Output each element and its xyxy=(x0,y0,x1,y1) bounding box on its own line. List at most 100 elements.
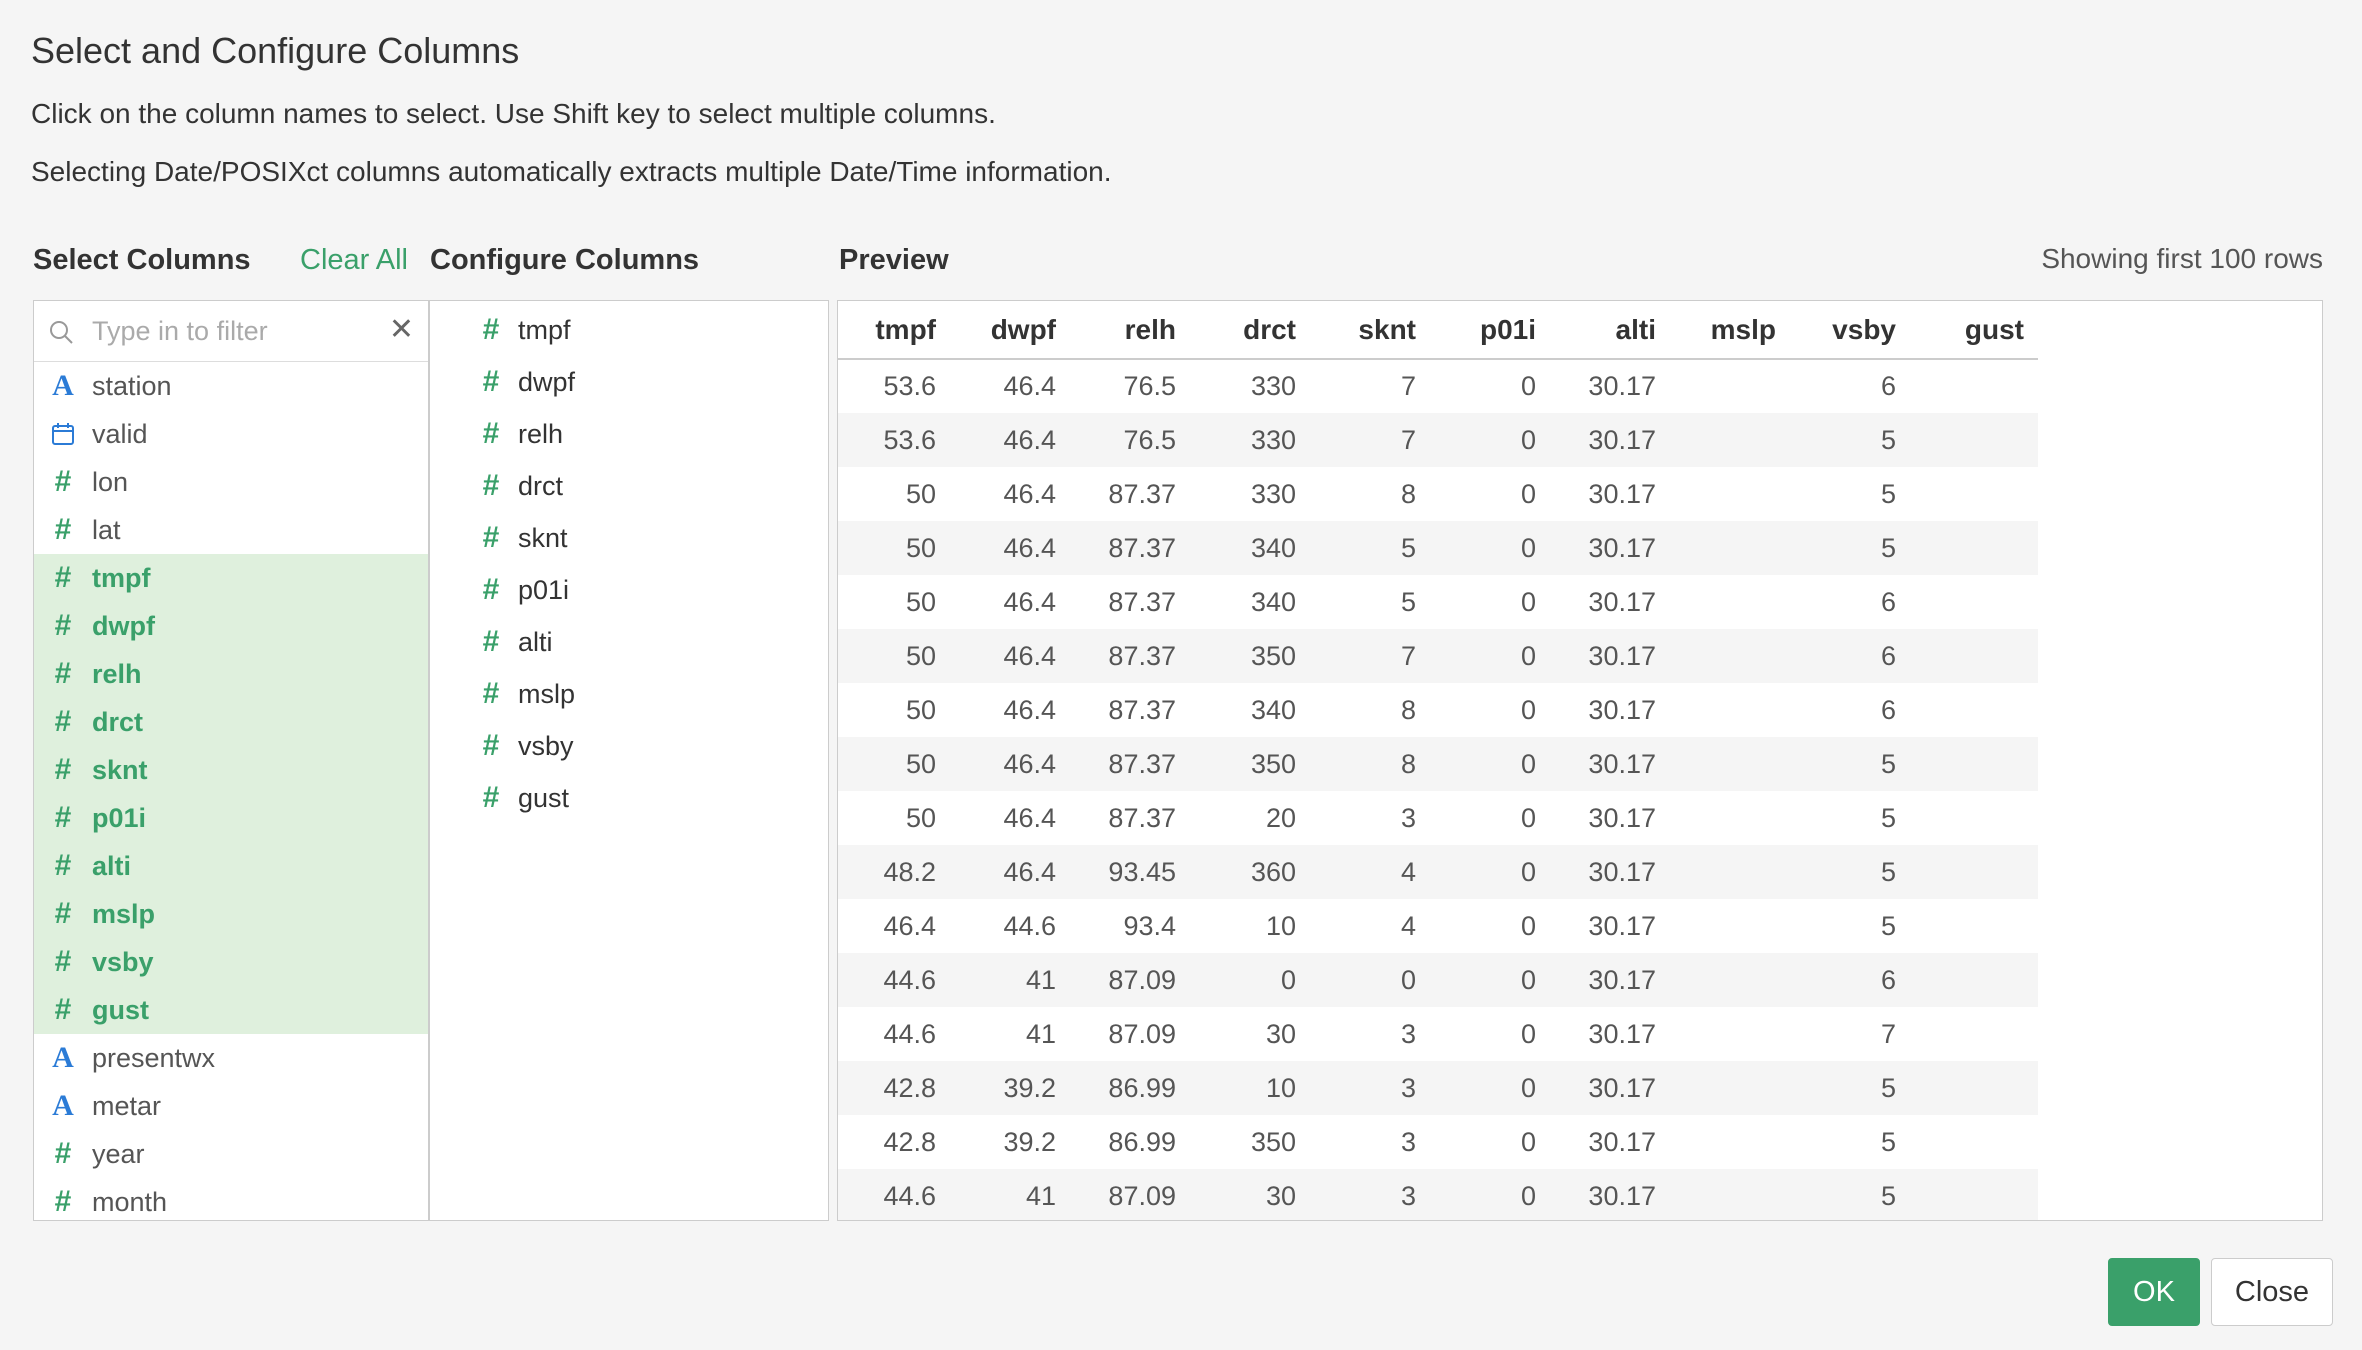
column-item-label: p01i xyxy=(92,802,147,833)
configure-item-sknt[interactable]: # sknt xyxy=(430,512,828,564)
configure-item-mslp[interactable]: # mslp xyxy=(430,668,828,720)
column-item-p01i[interactable]: # p01i xyxy=(34,794,428,842)
table-cell: 20 xyxy=(1190,791,1310,845)
table-cell: 30.17 xyxy=(1550,953,1670,1007)
close-button[interactable]: Close xyxy=(2211,1258,2333,1326)
configure-item-label: vsby xyxy=(518,730,574,761)
column-item-dwpf[interactable]: # dwpf xyxy=(34,602,428,650)
column-item-year[interactable]: # year xyxy=(34,1130,428,1178)
number-type-icon: # xyxy=(54,513,72,546)
table-cell: 3 xyxy=(1310,1061,1430,1115)
table-cell: 30.17 xyxy=(1550,575,1670,629)
configure-item-vsby[interactable]: # vsby xyxy=(430,720,828,772)
number-type-icon: # xyxy=(482,469,500,502)
column-header-sknt[interactable]: sknt xyxy=(1310,301,1430,360)
table-cell: 39.2 xyxy=(950,1115,1070,1169)
table-cell: 53.6 xyxy=(838,413,950,467)
table-cell xyxy=(1670,845,1790,899)
column-header-alti[interactable]: alti xyxy=(1550,301,1670,360)
column-header-dwpf[interactable]: dwpf xyxy=(950,301,1070,360)
table-cell xyxy=(1910,359,2038,413)
table-cell: 5 xyxy=(1790,791,1910,845)
table-cell: 30.17 xyxy=(1550,413,1670,467)
table-cell: 6 xyxy=(1790,683,1910,737)
column-header-mslp[interactable]: mslp xyxy=(1670,301,1790,360)
table-row: 50 46.4 87.37 340 5 0 30.17 6 xyxy=(838,575,2038,629)
column-item-presentwx[interactable]: Apresentwx xyxy=(34,1034,428,1082)
column-list: Astation valid # lon # lat # tmpf # dwpf # relh # drc… xyxy=(34,362,428,1220)
table-cell: 10 xyxy=(1190,1061,1310,1115)
table-cell: 0 xyxy=(1430,467,1550,521)
preview-header-row: tmpf dwpf relh drct sknt p01i alti mslp vsby gust xyxy=(838,301,2038,360)
column-item-lon[interactable]: # lon xyxy=(34,458,428,506)
clear-all-link[interactable]: Clear All xyxy=(300,244,408,277)
table-cell: 0 xyxy=(1430,1061,1550,1115)
table-cell: 340 xyxy=(1190,683,1310,737)
number-type-icon: # xyxy=(54,657,72,690)
configure-item-alti[interactable]: # alti xyxy=(430,616,828,668)
column-item-label: tmpf xyxy=(92,562,151,593)
table-cell: 46.4 xyxy=(950,467,1070,521)
table-cell: 87.37 xyxy=(1070,467,1190,521)
table-cell: 0 xyxy=(1310,953,1430,1007)
table-cell: 50 xyxy=(838,521,950,575)
table-row: 44.6 41 87.09 30 3 0 30.17 7 xyxy=(838,1007,2038,1061)
table-cell: 5 xyxy=(1790,845,1910,899)
table-row: 50 46.4 87.37 340 5 0 30.17 5 xyxy=(838,521,2038,575)
configure-item-drct[interactable]: # drct xyxy=(430,460,828,512)
configure-item-relh[interactable]: # relh xyxy=(430,408,828,460)
column-item-month[interactable]: # month xyxy=(34,1178,428,1220)
configure-item-gust[interactable]: # gust xyxy=(430,772,828,824)
column-item-vsby[interactable]: # vsby xyxy=(34,938,428,986)
column-item-mslp[interactable]: # mslp xyxy=(34,890,428,938)
table-cell: 0 xyxy=(1430,1007,1550,1061)
table-cell: 3 xyxy=(1310,1115,1430,1169)
column-header-tmpf[interactable]: tmpf xyxy=(838,301,950,360)
column-item-relh[interactable]: # relh xyxy=(34,650,428,698)
table-cell: 3 xyxy=(1310,1169,1430,1220)
column-header-p01i[interactable]: p01i xyxy=(1430,301,1550,360)
column-item-label: month xyxy=(92,1186,168,1217)
configure-item-tmpf[interactable]: # tmpf xyxy=(430,304,828,356)
table-cell xyxy=(1910,1115,2038,1169)
configure-item-dwpf[interactable]: # dwpf xyxy=(430,356,828,408)
column-header-drct[interactable]: drct xyxy=(1190,301,1310,360)
table-cell: 76.5 xyxy=(1070,359,1190,413)
filter-input[interactable] xyxy=(92,311,382,351)
column-item-drct[interactable]: # drct xyxy=(34,698,428,746)
number-type-icon: # xyxy=(482,417,500,450)
column-item-valid[interactable]: valid xyxy=(34,410,428,458)
table-cell: 46.4 xyxy=(950,791,1070,845)
column-header-vsby[interactable]: vsby xyxy=(1790,301,1910,360)
number-type-icon: # xyxy=(54,705,72,738)
filter-box: ✕ xyxy=(34,301,428,362)
clear-filter-icon[interactable]: ✕ xyxy=(389,315,414,345)
table-row: 50 46.4 87.37 350 7 0 30.17 6 xyxy=(838,629,2038,683)
table-cell: 0 xyxy=(1430,1115,1550,1169)
number-type-icon: # xyxy=(482,625,500,658)
column-header-gust[interactable]: gust xyxy=(1910,301,2038,360)
column-item-label: relh xyxy=(92,658,142,689)
table-cell: 350 xyxy=(1190,1115,1310,1169)
column-item-station[interactable]: Astation xyxy=(34,362,428,410)
number-type-icon: # xyxy=(482,677,500,710)
column-item-lat[interactable]: # lat xyxy=(34,506,428,554)
column-item-gust[interactable]: # gust xyxy=(34,986,428,1034)
table-cell: 30.17 xyxy=(1550,1061,1670,1115)
dialog-description-1: Click on the column names to select. Use… xyxy=(31,98,996,129)
table-row: 48.2 46.4 93.45 360 4 0 30.17 5 xyxy=(838,845,2038,899)
column-header-relh[interactable]: relh xyxy=(1070,301,1190,360)
table-cell: 87.37 xyxy=(1070,521,1190,575)
number-type-icon: # xyxy=(482,729,500,762)
column-item-alti[interactable]: # alti xyxy=(34,842,428,890)
table-cell: 3 xyxy=(1310,791,1430,845)
column-item-metar[interactable]: Ametar xyxy=(34,1082,428,1130)
table-cell: 0 xyxy=(1430,899,1550,953)
column-item-sknt[interactable]: # sknt xyxy=(34,746,428,794)
configure-item-p01i[interactable]: # p01i xyxy=(430,564,828,616)
ok-button[interactable]: OK xyxy=(2108,1258,2200,1326)
table-cell: 44.6 xyxy=(838,1007,950,1061)
number-type-icon: # xyxy=(54,897,72,930)
table-cell: 46.4 xyxy=(950,737,1070,791)
column-item-tmpf[interactable]: # tmpf xyxy=(34,554,428,602)
